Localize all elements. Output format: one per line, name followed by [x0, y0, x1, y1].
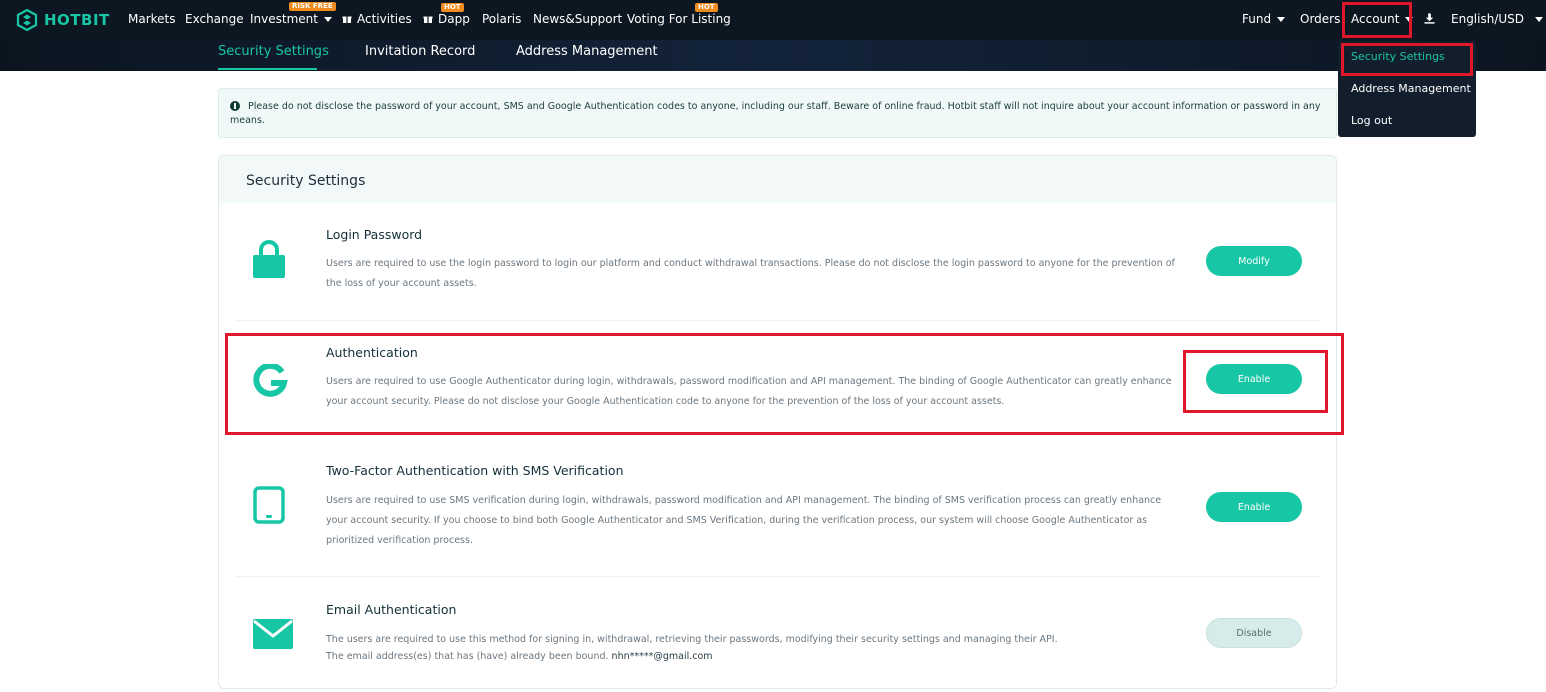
nav-dapp[interactable]: Dapp [423, 12, 470, 26]
row-divider [236, 576, 1320, 577]
row-divider [236, 320, 1320, 321]
hot-badge: HOT [695, 3, 718, 12]
lock-icon [253, 240, 285, 278]
notice-text: Please do not disclose the password of y… [230, 101, 1321, 126]
nav-orders[interactable]: Orders [1300, 12, 1340, 26]
nav-fund[interactable]: Fund [1242, 12, 1286, 26]
nav-voting-for-listing[interactable]: Voting For Listing [627, 12, 731, 26]
modify-password-button[interactable]: Modify [1206, 246, 1302, 276]
brand-name: HOTBIT [44, 11, 110, 29]
tab-security-settings[interactable]: Security Settings [218, 44, 329, 59]
risk-free-badge: RISK FREE [289, 2, 336, 11]
nav-polaris[interactable]: Polaris [482, 12, 521, 26]
chevron-down-icon [1277, 16, 1286, 22]
tablet-icon [253, 486, 285, 524]
email-authentication-title: Email Authentication [326, 602, 457, 617]
gift-icon [423, 16, 433, 23]
sms-authentication-title: Two-Factor Authentication with SMS Verif… [326, 463, 624, 478]
sms-authentication-description: Users are required to use SMS verificati… [326, 495, 1162, 546]
email-authentication-description: The users are required to use this metho… [326, 634, 1058, 662]
hotbit-logo-icon [16, 9, 38, 31]
tab-address-management[interactable]: Address Management [516, 44, 658, 59]
envelope-icon [253, 619, 293, 649]
login-password-title: Login Password [326, 227, 423, 242]
card-header: Security Settings [219, 156, 1336, 203]
chevron-down-icon [323, 16, 332, 22]
active-tab-indicator [218, 68, 317, 70]
nav-investment[interactable]: Investment [250, 12, 332, 26]
gift-icon [342, 16, 352, 23]
disable-email-auth-button[interactable]: Disable [1206, 618, 1302, 648]
hot-badge: HOT [441, 3, 464, 12]
nav-exchange[interactable]: Exchange [185, 12, 244, 26]
download-icon [1424, 13, 1435, 24]
menu-item-log-out[interactable]: Log out [1351, 114, 1392, 127]
card-title: Security Settings [246, 173, 366, 189]
bound-email: nhn*****@gmail.com [611, 651, 713, 662]
menu-item-address-management[interactable]: Address Management [1351, 82, 1471, 95]
chevron-down-icon [1535, 16, 1544, 22]
download-app-button[interactable] [1424, 13, 1435, 24]
nav-news-support[interactable]: News&Support [533, 12, 622, 26]
account-highlight-box [1342, 2, 1412, 38]
tab-invitation-record[interactable]: Invitation Record [365, 44, 475, 59]
security-settings-highlight-box [1341, 43, 1473, 76]
enable-sms-auth-button[interactable]: Enable [1206, 492, 1302, 522]
nav-language[interactable]: English/USD [1451, 12, 1544, 26]
login-password-description: Users are required to use the login pass… [326, 258, 1175, 289]
enable-button-highlight-box [1183, 350, 1328, 413]
brand-logo[interactable]: HOTBIT [16, 9, 110, 31]
nav-activities[interactable]: Activities [342, 12, 412, 26]
nav-markets[interactable]: Markets [128, 12, 176, 26]
google-auth-highlight-box [225, 333, 1344, 435]
security-notice: Please do not disclose the password of y… [218, 88, 1337, 138]
